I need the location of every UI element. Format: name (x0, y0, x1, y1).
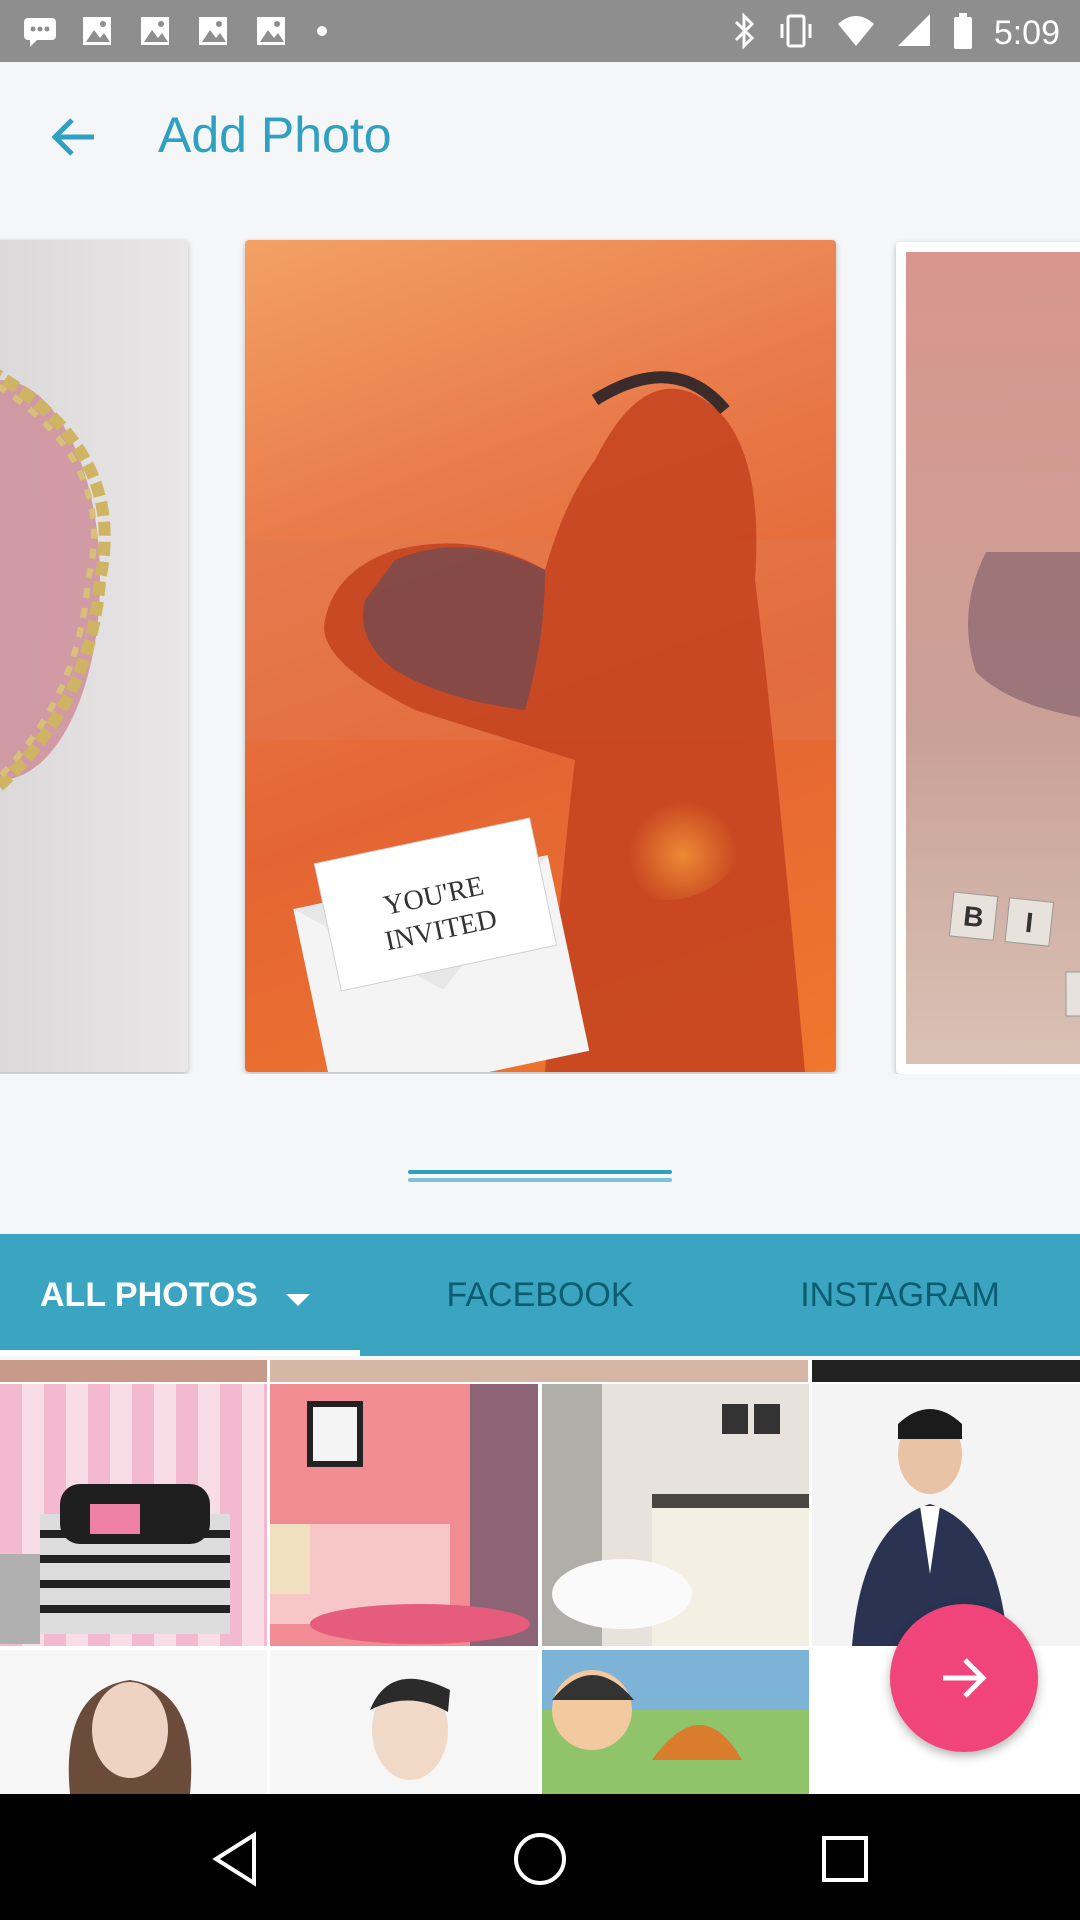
dot-icon (312, 14, 348, 48)
young-man-photo[interactable] (270, 1650, 538, 1794)
image-icon (80, 14, 116, 48)
page-title: Add Photo (158, 107, 392, 163)
template-card-wreath[interactable] (0, 240, 188, 1072)
next-button[interactable] (890, 1604, 1038, 1752)
woman-portrait-photo[interactable] (0, 1650, 267, 1794)
nav-home-button[interactable] (505, 1824, 575, 1894)
birthday-illustration: B I (906, 252, 1080, 1064)
invitation-illustration: YOU'RE INVITED (245, 371, 836, 1072)
template-card-birthday[interactable]: B I (896, 242, 1080, 1074)
arrow-forward-icon (943, 1658, 987, 1698)
template-carousel[interactable]: YOU'RE INVITED B I (0, 238, 1080, 1074)
wifi-icon (836, 12, 876, 55)
tab-instagram-label: INSTAGRAM (800, 1275, 1000, 1314)
image-icon (254, 14, 290, 48)
image-icon (138, 14, 174, 48)
barbie-room-photo[interactable] (270, 1384, 538, 1646)
back-icon (212, 1831, 256, 1887)
app-bar: Add Photo (0, 62, 1080, 212)
battery-icon (952, 12, 974, 55)
back-button[interactable] (40, 104, 106, 170)
tab-all-photos[interactable]: ALL PHOTOS (0, 1234, 360, 1356)
nav-back-button[interactable] (200, 1824, 270, 1894)
bathroom-photo[interactable] (542, 1384, 809, 1646)
nav-recents-button[interactable] (810, 1824, 880, 1894)
tab-facebook-label: FACEBOOK (446, 1275, 634, 1314)
tab-all-photos-label: ALL PHOTOS (40, 1275, 258, 1314)
status-bar: 5:09 (0, 0, 1080, 62)
tab-facebook[interactable]: FACEBOOK (360, 1234, 720, 1356)
bluetooth-icon (732, 12, 756, 55)
recents-icon (822, 1836, 868, 1882)
carousel-indicator (408, 1170, 672, 1182)
dropdown-caret-icon[interactable] (285, 1294, 310, 1306)
cartoon-photo[interactable] (542, 1650, 809, 1794)
template-card-invitation[interactable]: YOU'RE INVITED (245, 240, 836, 1072)
pink-bedroom-photo[interactable] (0, 1384, 267, 1646)
image-icon (196, 14, 232, 48)
signal-icon (896, 12, 932, 55)
source-tabs: ALL PHOTOS FACEBOOK INSTAGRAM (0, 1234, 1080, 1356)
arrow-back-icon (51, 118, 94, 156)
status-time: 5:09 (993, 14, 1060, 52)
home-icon (514, 1833, 566, 1885)
tab-instagram[interactable]: INSTAGRAM (720, 1234, 1080, 1356)
messages-icon (22, 14, 58, 48)
vibrate-icon (776, 12, 816, 55)
wreath-illustration (0, 369, 111, 794)
system-nav-bar (0, 1794, 1080, 1920)
svg-text:B: B (962, 900, 985, 933)
